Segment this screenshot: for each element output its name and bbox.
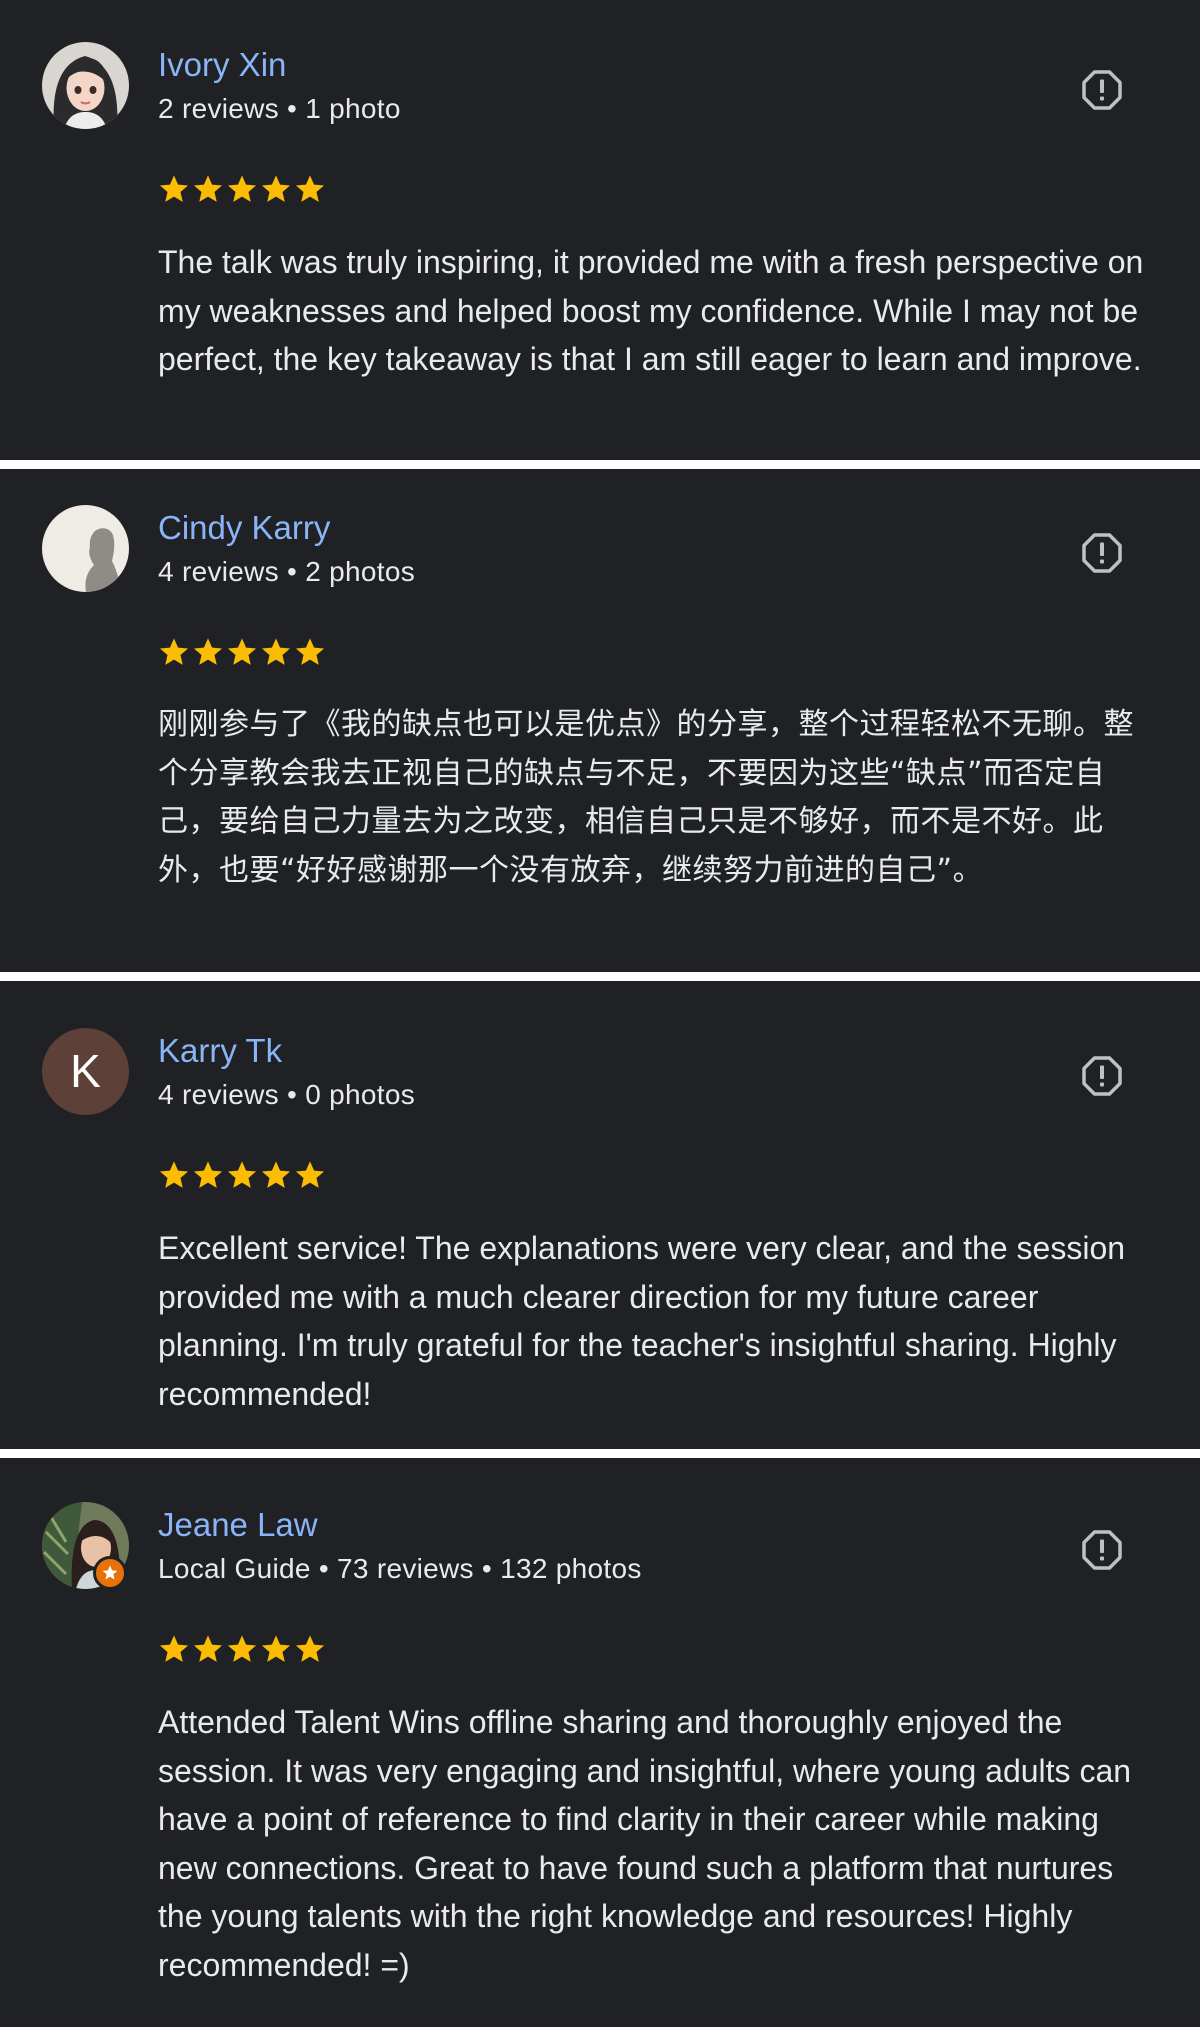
star-icon [261,1161,291,1188]
star-icon [159,175,189,202]
star-icon [227,175,257,202]
star-icon [227,1161,257,1188]
star-rating [158,1159,326,1191]
report-flag-icon[interactable] [1078,1526,1126,1574]
review-card: Cindy Karry 4 reviews • 2 photos 刚刚参与了《我… [0,469,1200,972]
star-icon [159,1635,189,1662]
star-icon [159,638,189,665]
review-text: 刚刚参与了《我的缺点也可以是优点》的分享，整个过程轻松不无聊。整个分享教会我去正… [158,707,1134,888]
star-icon [261,638,291,665]
local-guide-badge [93,1556,127,1590]
star-icon [295,1161,325,1188]
review-text: Attended Talent Wins offline sharing and… [158,1704,1132,1983]
reviewer-stats: 2 reviews • 1 photo [158,93,401,124]
local-guide-star-icon [102,1565,118,1580]
reviewer-stats: 4 reviews • 2 photos [158,556,416,587]
star-icon [261,175,291,202]
star-icon [193,638,223,665]
review-text: Excellent service! The explanations were… [158,1230,1126,1412]
star-icon [227,638,257,665]
star-icon [193,175,223,202]
star-icon [295,638,325,665]
reviewer-name[interactable]: Jeane Law [158,1505,318,1545]
reviewer-stats: Local Guide • 73 reviews • 132 photos [158,1553,642,1584]
star-rating [158,636,326,668]
report-flag-icon[interactable] [1078,66,1126,114]
report-flag-icon[interactable] [1078,1052,1126,1100]
star-icon [295,175,325,202]
star-rating [158,1633,326,1665]
review-card: K Karry Tk 4 reviews • 0 photos Excellen… [0,981,1200,1449]
star-icon [193,1635,223,1662]
star-icon [193,1161,223,1188]
review-card: Ivory Xin 2 reviews • 1 photo The talk w… [0,0,1200,460]
reviewer-name[interactable]: Cindy Karry [158,508,330,548]
reviewer-avatar[interactable]: K [42,1028,129,1115]
reviewer-name[interactable]: Ivory Xin [158,45,286,85]
report-flag-icon[interactable] [1078,529,1126,577]
review-card: Jeane Law Local Guide • 73 reviews • 132… [0,1458,1200,2027]
star-rating [158,173,326,205]
star-icon [261,1635,291,1662]
star-icon [295,1635,325,1662]
star-icon [227,1635,257,1662]
reviewer-avatar[interactable] [42,42,129,129]
star-icon [159,1161,189,1188]
reviewer-name[interactable]: Karry Tk [158,1031,282,1071]
reviewer-avatar[interactable] [42,505,129,592]
review-text: The talk was truly inspiring, it provide… [158,244,1144,377]
reviewer-stats: 4 reviews • 0 photos [158,1079,416,1110]
